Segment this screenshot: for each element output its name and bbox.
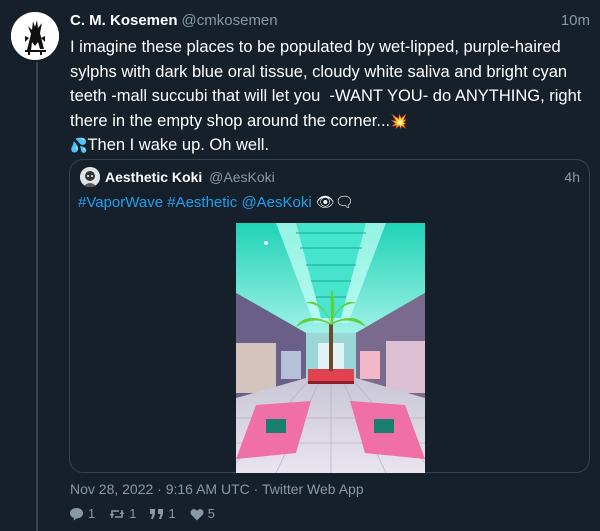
- quote-text: #VaporWave #Aesthetic @AesKoki 👁🗨: [78, 193, 578, 213]
- quote-time[interactable]: 4h: [564, 168, 580, 186]
- quoted-tweet[interactable]: Aesthetic Koki @AesKoki 4h #VaporWave #A…: [69, 159, 590, 473]
- vaporwave-mall-image[interactable]: [236, 223, 425, 473]
- quote-author-handle[interactable]: @AesKoki: [209, 169, 275, 185]
- like-count: 5: [207, 506, 215, 521]
- quote-icon: [150, 509, 164, 519]
- tweet-timestamp[interactable]: Nov 28, 2022 · 9:16 AM UTC · Twitter Web…: [70, 480, 364, 498]
- reply-count: 1: [88, 506, 96, 521]
- tweet-body: I imagine these places to be populated b…: [70, 38, 586, 130]
- quote-header: Aesthetic Koki @AesKoki 4h: [105, 168, 580, 186]
- tweet-time[interactable]: 10m: [561, 11, 590, 31]
- tweet-text: I imagine these places to be populated b…: [70, 35, 590, 158]
- hashtag-vaporwave[interactable]: #VaporWave: [78, 194, 163, 211]
- quote-button[interactable]: 1: [150, 505, 176, 523]
- retweet-button[interactable]: 1: [109, 505, 136, 523]
- collision-emoji: 💥: [390, 112, 408, 129]
- retweet-icon: [109, 510, 125, 518]
- tweet-body-end: Then I wake up. Oh well.: [87, 136, 270, 154]
- speech-emoji: 🗨: [334, 194, 354, 211]
- tweet-actions: 1 1 1 5: [69, 505, 229, 523]
- mention-aeskoki[interactable]: @AesKoki: [241, 194, 311, 211]
- reply-button[interactable]: 1: [69, 505, 95, 523]
- like-button[interactable]: 5: [190, 505, 215, 523]
- thread-line: [36, 62, 38, 531]
- author-name[interactable]: C. M. Kosemen: [70, 12, 178, 29]
- retweet-count: 1: [129, 506, 137, 521]
- author-handle[interactable]: @cmkosemen: [182, 12, 278, 29]
- author-avatar[interactable]: [11, 12, 59, 60]
- koki-avatar-icon: [80, 167, 100, 187]
- eye-emoji: 👁: [315, 194, 335, 211]
- quote-author-avatar[interactable]: [80, 167, 100, 187]
- quote-count: 1: [168, 506, 176, 521]
- heart-icon: [190, 508, 204, 520]
- creature-icon: [11, 12, 59, 60]
- comment-icon: [70, 508, 83, 521]
- tweet-header: C. M. Kosemen @cmkosemen 10m: [70, 11, 590, 31]
- droplets-emoji: 💦: [70, 137, 88, 153]
- hashtag-aesthetic[interactable]: #Aesthetic: [167, 194, 237, 211]
- quote-author-name[interactable]: Aesthetic Koki: [105, 169, 202, 185]
